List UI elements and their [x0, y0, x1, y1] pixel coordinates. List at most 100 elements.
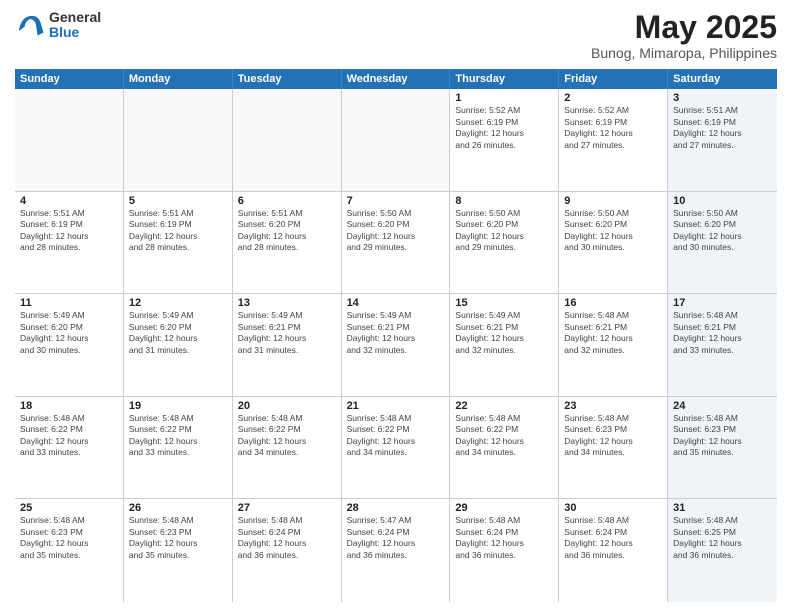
- calendar-header-day: Tuesday: [233, 69, 342, 89]
- calendar-cell: 19Sunrise: 5:48 AM Sunset: 6:22 PM Dayli…: [124, 397, 233, 499]
- calendar-cell: 14Sunrise: 5:49 AM Sunset: 6:21 PM Dayli…: [342, 294, 451, 396]
- calendar-header-day: Monday: [124, 69, 233, 89]
- day-number: 22: [455, 400, 553, 412]
- cell-text: Sunrise: 5:49 AM Sunset: 6:20 PM Dayligh…: [20, 310, 118, 356]
- cell-text: Sunrise: 5:51 AM Sunset: 6:19 PM Dayligh…: [129, 208, 227, 254]
- calendar-cell: 26Sunrise: 5:48 AM Sunset: 6:23 PM Dayli…: [124, 499, 233, 602]
- calendar-cell: 10Sunrise: 5:50 AM Sunset: 6:20 PM Dayli…: [668, 192, 777, 294]
- calendar-cell: 4Sunrise: 5:51 AM Sunset: 6:19 PM Daylig…: [15, 192, 124, 294]
- day-number: 5: [129, 195, 227, 207]
- cell-text: Sunrise: 5:48 AM Sunset: 6:23 PM Dayligh…: [673, 413, 772, 459]
- cell-text: Sunrise: 5:48 AM Sunset: 6:24 PM Dayligh…: [238, 515, 336, 561]
- calendar-header-day: Saturday: [668, 69, 777, 89]
- calendar-cell: [124, 89, 233, 191]
- subtitle: Bunog, Mimaropa, Philippines: [591, 45, 777, 61]
- calendar-cell: [342, 89, 451, 191]
- calendar: SundayMondayTuesdayWednesdayThursdayFrid…: [15, 69, 777, 602]
- logo-icon: [15, 10, 45, 40]
- calendar-cell: 13Sunrise: 5:49 AM Sunset: 6:21 PM Dayli…: [233, 294, 342, 396]
- cell-text: Sunrise: 5:49 AM Sunset: 6:20 PM Dayligh…: [129, 310, 227, 356]
- calendar-cell: 23Sunrise: 5:48 AM Sunset: 6:23 PM Dayli…: [559, 397, 668, 499]
- calendar-week: 1Sunrise: 5:52 AM Sunset: 6:19 PM Daylig…: [15, 89, 777, 192]
- logo-general-text: General: [49, 10, 101, 25]
- calendar-week: 18Sunrise: 5:48 AM Sunset: 6:22 PM Dayli…: [15, 397, 777, 500]
- day-number: 19: [129, 400, 227, 412]
- cell-text: Sunrise: 5:48 AM Sunset: 6:24 PM Dayligh…: [564, 515, 662, 561]
- day-number: 3: [673, 92, 772, 104]
- day-number: 25: [20, 502, 118, 514]
- calendar-header: SundayMondayTuesdayWednesdayThursdayFrid…: [15, 69, 777, 89]
- logo: General Blue: [15, 10, 101, 41]
- calendar-cell: 2Sunrise: 5:52 AM Sunset: 6:19 PM Daylig…: [559, 89, 668, 191]
- cell-text: Sunrise: 5:50 AM Sunset: 6:20 PM Dayligh…: [455, 208, 553, 254]
- calendar-header-day: Thursday: [450, 69, 559, 89]
- day-number: 2: [564, 92, 662, 104]
- calendar-cell: 22Sunrise: 5:48 AM Sunset: 6:22 PM Dayli…: [450, 397, 559, 499]
- calendar-header-day: Sunday: [15, 69, 124, 89]
- cell-text: Sunrise: 5:49 AM Sunset: 6:21 PM Dayligh…: [347, 310, 445, 356]
- logo-blue-text: Blue: [49, 25, 101, 40]
- calendar-cell: 24Sunrise: 5:48 AM Sunset: 6:23 PM Dayli…: [668, 397, 777, 499]
- day-number: 29: [455, 502, 553, 514]
- cell-text: Sunrise: 5:51 AM Sunset: 6:19 PM Dayligh…: [673, 105, 772, 151]
- calendar-cell: 11Sunrise: 5:49 AM Sunset: 6:20 PM Dayli…: [15, 294, 124, 396]
- cell-text: Sunrise: 5:48 AM Sunset: 6:23 PM Dayligh…: [564, 413, 662, 459]
- cell-text: Sunrise: 5:48 AM Sunset: 6:25 PM Dayligh…: [673, 515, 772, 561]
- cell-text: Sunrise: 5:48 AM Sunset: 6:22 PM Dayligh…: [238, 413, 336, 459]
- day-number: 1: [455, 92, 553, 104]
- day-number: 28: [347, 502, 445, 514]
- cell-text: Sunrise: 5:48 AM Sunset: 6:22 PM Dayligh…: [20, 413, 118, 459]
- cell-text: Sunrise: 5:49 AM Sunset: 6:21 PM Dayligh…: [238, 310, 336, 356]
- day-number: 7: [347, 195, 445, 207]
- calendar-cell: 28Sunrise: 5:47 AM Sunset: 6:24 PM Dayli…: [342, 499, 451, 602]
- day-number: 23: [564, 400, 662, 412]
- cell-text: Sunrise: 5:51 AM Sunset: 6:19 PM Dayligh…: [20, 208, 118, 254]
- cell-text: Sunrise: 5:48 AM Sunset: 6:21 PM Dayligh…: [564, 310, 662, 356]
- main-title: May 2025: [591, 10, 777, 45]
- calendar-week: 25 Sunrise: 5:48 AM Sunset: 6:23 PM Dayli…: [15, 499, 777, 602]
- page: General Blue May 2025 Bunog, Mimaropa, P…: [0, 0, 792, 612]
- calendar-cell: 21Sunrise: 5:48 AM Sunset: 6:22 PM Dayli…: [342, 397, 451, 499]
- cell-text: Sunrise: 5:52 AM Sunset: 6:19 PM Dayligh…: [455, 105, 553, 151]
- day-number: 16: [564, 297, 662, 309]
- calendar-week: 11Sunrise: 5:49 AM Sunset: 6:20 PM Dayli…: [15, 294, 777, 397]
- logo-text: General Blue: [49, 10, 101, 41]
- calendar-body: 1Sunrise: 5:52 AM Sunset: 6:19 PM Daylig…: [15, 89, 777, 602]
- day-number: 30: [564, 502, 662, 514]
- calendar-cell: 6Sunrise: 5:51 AM Sunset: 6:20 PM Daylig…: [233, 192, 342, 294]
- day-number: 26: [129, 502, 227, 514]
- cell-text: Sunrise: 5:47 AM Sunset: 6:24 PM Dayligh…: [347, 515, 445, 561]
- cell-text: Sunrise: 5:48 AM Sunset: 6:22 PM Dayligh…: [455, 413, 553, 459]
- calendar-cell: 27Sunrise: 5:48 AM Sunset: 6:24 PM Dayli…: [233, 499, 342, 602]
- calendar-cell: 25Sunrise: 5:48 AM Sunset: 6:23 PM Dayli…: [15, 499, 124, 602]
- cell-text: Sunrise: 5:50 AM Sunset: 6:20 PM Dayligh…: [673, 208, 772, 254]
- calendar-cell: 3Sunrise: 5:51 AM Sunset: 6:19 PM Daylig…: [668, 89, 777, 191]
- calendar-week: 4Sunrise: 5:51 AM Sunset: 6:19 PM Daylig…: [15, 192, 777, 295]
- cell-text: Sunrise: 5:51 AM Sunset: 6:20 PM Dayligh…: [238, 208, 336, 254]
- day-number: 20: [238, 400, 336, 412]
- day-number: 4: [20, 195, 118, 207]
- calendar-header-day: Friday: [559, 69, 668, 89]
- cell-text: Sunrise: 5:48 AM Sunset: 6:23 PM Dayligh…: [129, 515, 227, 561]
- cell-text: Sunrise: 5:50 AM Sunset: 6:20 PM Dayligh…: [564, 208, 662, 254]
- day-number: 24: [673, 400, 772, 412]
- day-number: 21: [347, 400, 445, 412]
- day-number: 18: [20, 400, 118, 412]
- day-number: 17: [673, 297, 772, 309]
- day-number: 31: [673, 502, 772, 514]
- calendar-cell: 7Sunrise: 5:50 AM Sunset: 6:20 PM Daylig…: [342, 192, 451, 294]
- calendar-cell: [233, 89, 342, 191]
- cell-text: Sunrise: 5:48 AM Sunset: 6:22 PM Dayligh…: [347, 413, 445, 459]
- day-number: 11: [20, 297, 118, 309]
- title-section: May 2025 Bunog, Mimaropa, Philippines: [591, 10, 777, 61]
- day-number: 6: [238, 195, 336, 207]
- day-number: 14: [347, 297, 445, 309]
- calendar-cell: 30Sunrise: 5:48 AM Sunset: 6:24 PM Dayli…: [559, 499, 668, 602]
- cell-text: Sunrise: 5:50 AM Sunset: 6:20 PM Dayligh…: [347, 208, 445, 254]
- calendar-cell: 20Sunrise: 5:48 AM Sunset: 6:22 PM Dayli…: [233, 397, 342, 499]
- calendar-cell: 12Sunrise: 5:49 AM Sunset: 6:20 PM Dayli…: [124, 294, 233, 396]
- calendar-header-day: Wednesday: [342, 69, 451, 89]
- day-number: 13: [238, 297, 336, 309]
- day-number: 10: [673, 195, 772, 207]
- calendar-cell: 1Sunrise: 5:52 AM Sunset: 6:19 PM Daylig…: [450, 89, 559, 191]
